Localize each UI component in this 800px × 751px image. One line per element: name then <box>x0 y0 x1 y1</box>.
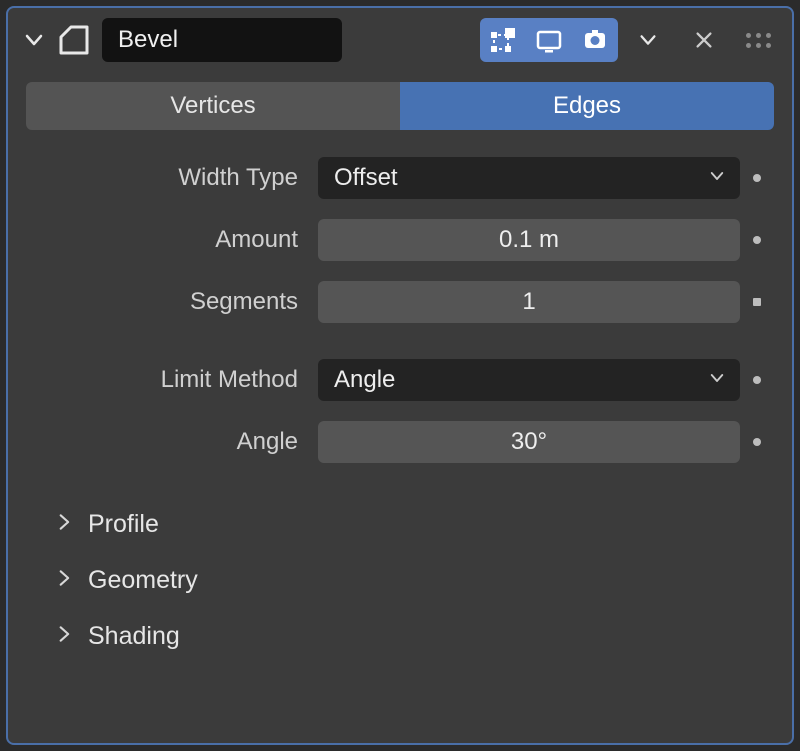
subpanel-label: Shading <box>88 622 180 651</box>
modifier-header: Bevel <box>8 8 792 76</box>
chevron-down-icon <box>708 164 726 192</box>
collapse-toggle[interactable] <box>22 28 46 52</box>
tab-label: Edges <box>553 92 621 120</box>
subpanel-shading[interactable]: Shading <box>8 608 792 664</box>
on-cage-toggle[interactable] <box>480 18 526 62</box>
tab-vertices[interactable]: Vertices <box>26 82 400 130</box>
amount-value: 0.1 m <box>499 226 559 254</box>
row-segments: Segments 1 <box>8 278 792 326</box>
angle-value: 30° <box>511 428 547 456</box>
anim-dot[interactable] <box>740 174 774 182</box>
subpanel-profile[interactable]: Profile <box>8 496 792 552</box>
limit-method-select[interactable]: Angle <box>318 359 740 401</box>
anim-dot[interactable] <box>740 376 774 384</box>
label-angle: Angle <box>8 428 318 456</box>
segments-value: 1 <box>522 288 535 316</box>
subpanel-geometry[interactable]: Geometry <box>8 552 792 608</box>
label-amount: Amount <box>8 226 318 254</box>
row-width-type: Width Type Offset <box>8 154 792 202</box>
anim-dot[interactable] <box>740 438 774 446</box>
row-limit-method: Limit Method Angle <box>8 356 792 404</box>
drag-handle[interactable] <box>738 18 778 62</box>
label-limit-method: Limit Method <box>8 366 318 394</box>
amount-field[interactable]: 0.1 m <box>318 219 740 261</box>
modifier-name-field[interactable]: Bevel <box>102 18 342 62</box>
edit-mode-toggle[interactable] <box>526 18 572 62</box>
modifier-name-text: Bevel <box>118 26 178 54</box>
chevron-right-icon <box>54 510 74 539</box>
angle-field[interactable]: 30° <box>318 421 740 463</box>
chevron-right-icon <box>54 622 74 651</box>
extras-menu[interactable] <box>628 18 668 62</box>
row-angle: Angle 30° <box>8 418 792 466</box>
limit-method-value: Angle <box>334 366 395 394</box>
anim-dot[interactable] <box>740 236 774 244</box>
label-width-type: Width Type <box>8 164 318 192</box>
subpanels: Profile Geometry Shading <box>8 496 792 664</box>
segments-field[interactable]: 1 <box>318 281 740 323</box>
modifier-panel: Bevel <box>6 6 794 745</box>
tab-edges[interactable]: Edges <box>400 82 774 130</box>
label-segments: Segments <box>8 288 318 316</box>
tab-label: Vertices <box>170 92 255 120</box>
subpanel-label: Geometry <box>88 566 198 595</box>
subpanel-label: Profile <box>88 510 159 539</box>
display-mode-buttons <box>480 18 618 62</box>
chevron-right-icon <box>54 566 74 595</box>
realtime-toggle[interactable] <box>572 18 618 62</box>
row-amount: Amount 0.1 m <box>8 216 792 264</box>
affect-tabs: Vertices Edges <box>26 82 774 130</box>
delete-modifier-button[interactable] <box>684 18 724 62</box>
anim-dot[interactable] <box>740 298 774 306</box>
chevron-down-icon <box>708 366 726 394</box>
bevel-icon <box>56 22 92 58</box>
width-type-select[interactable]: Offset <box>318 157 740 199</box>
width-type-value: Offset <box>334 164 398 192</box>
